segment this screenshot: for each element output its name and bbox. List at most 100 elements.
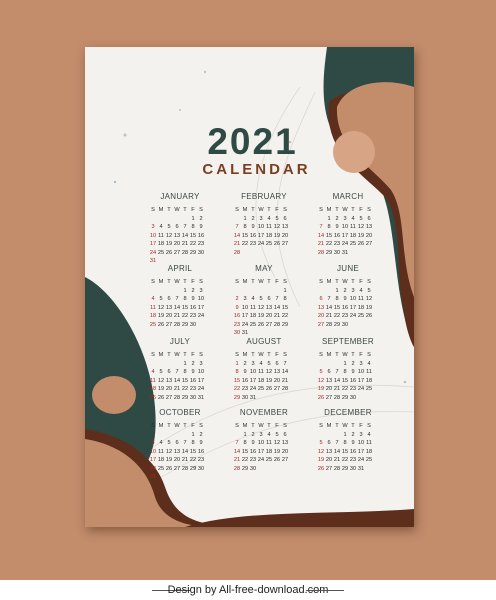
day-cell: 14 <box>173 377 181 384</box>
empty-cell <box>325 288 333 295</box>
day-cell: 26 <box>265 386 273 392</box>
day-cell: 7 <box>283 360 287 367</box>
empty-cell <box>325 432 333 439</box>
day-cell: 21 <box>333 457 341 463</box>
day-cell: 24 <box>257 241 265 247</box>
day-cell: 4 <box>159 440 163 446</box>
weekday-header: W <box>174 279 180 285</box>
day-cell: 22 <box>333 313 341 319</box>
month-may: MAY S M T W T F S 1 2 3 4 5 6 7 8 9 10 11 12 13 14 15 16 17 18 19 2… <box>233 264 295 337</box>
day-cell: 24 <box>197 386 205 392</box>
empty-cell <box>273 288 281 295</box>
day-cell: 8 <box>283 296 287 302</box>
day-cell: 15 <box>189 448 197 455</box>
day-cell: 8 <box>183 369 187 375</box>
day-cell: 1 <box>183 360 187 367</box>
empty-cell <box>149 361 157 368</box>
day-cell: 13 <box>165 304 173 311</box>
empty-cell <box>165 361 173 368</box>
day-cell: 19 <box>273 448 281 455</box>
day-cell: 11 <box>350 224 356 230</box>
day-cell: 8 <box>335 296 339 302</box>
day-cell: 4 <box>351 215 355 222</box>
day-cell: 9 <box>235 304 239 311</box>
day-cell: 18 <box>157 457 165 463</box>
empty-cell <box>233 432 241 439</box>
day-cell: 13 <box>281 440 289 446</box>
day-cell: 11 <box>158 448 164 455</box>
day-cell: 18 <box>249 313 257 319</box>
day-cell: 17 <box>241 313 249 319</box>
day-cell: 24 <box>249 386 257 392</box>
day-cell: 17 <box>249 377 257 384</box>
empty-cell <box>173 288 181 295</box>
day-cell: 11 <box>266 440 272 446</box>
empty-cell <box>165 432 173 439</box>
weekday-header: M <box>326 352 332 358</box>
day-cell: 27 <box>173 465 181 472</box>
weekday-header: S <box>367 207 371 213</box>
day-cell: 15 <box>341 448 349 455</box>
day-cell: 17 <box>149 241 157 247</box>
day-cell: 27 <box>325 465 333 472</box>
day-cell: 26 <box>273 457 281 463</box>
day-cell: 12 <box>317 377 325 384</box>
day-cell: 21 <box>281 377 289 384</box>
day-cell: 18 <box>157 241 165 247</box>
day-cell: 25 <box>249 321 257 328</box>
weekday-header: S <box>199 279 203 285</box>
day-cell: 19 <box>317 457 325 463</box>
day-cell: 28 <box>333 465 341 472</box>
day-cell: 23 <box>333 241 341 247</box>
day-cell: 12 <box>165 232 173 239</box>
month-august: AUGUST S M T W T F S 1 2 3 4 5 6 7 8 9 10 11 12 13 14 15 16 17 18… <box>233 337 295 402</box>
day-cell: 21 <box>317 241 325 247</box>
day-cell: 10 <box>149 232 157 239</box>
day-cell: 4 <box>251 296 255 302</box>
day-cell: 19 <box>265 377 273 384</box>
weekday-header: M <box>326 279 332 285</box>
day-cell: 10 <box>257 224 265 230</box>
day-cell: 14 <box>273 304 281 311</box>
empty-cell <box>165 216 173 223</box>
month-name: FEBRUARY <box>241 192 287 201</box>
day-cell: 16 <box>349 448 357 455</box>
day-cell: 27 <box>165 394 173 401</box>
day-cell: 5 <box>359 215 363 222</box>
day-cell: 28 <box>173 394 181 401</box>
day-cell: 21 <box>273 313 281 319</box>
day-cell: 6 <box>175 224 179 230</box>
day-grid: S M T W T F S 1 2 3 4 5 6 7 8 9 10 11 12 13 14 15 16 17 18 19 20 21… <box>317 279 379 329</box>
day-cell: 13 <box>273 369 281 375</box>
day-cell: 20 <box>325 386 333 392</box>
day-cell: 7 <box>183 224 187 230</box>
day-cell: 6 <box>175 440 179 446</box>
day-cell: 12 <box>257 304 265 311</box>
day-cell: 12 <box>157 377 165 384</box>
day-cell: 6 <box>267 296 271 302</box>
weekday-header: M <box>242 207 248 213</box>
day-cell: 3 <box>259 431 263 438</box>
day-cell: 18 <box>265 232 273 239</box>
month-name: SEPTEMBER <box>321 337 375 346</box>
empty-cell <box>165 288 173 295</box>
weekday-header: T <box>267 207 271 213</box>
month-october: OCTOBER S M T W T F S 1 2 3 4 5 6 7 8 9 10 11 12 13 14 15 16 17 1… <box>149 408 211 481</box>
day-cell: 20 <box>173 457 181 463</box>
day-cell: 27 <box>281 241 289 247</box>
weekday-header: M <box>158 423 164 429</box>
day-cell: 12 <box>165 448 173 455</box>
day-cell: 23 <box>341 313 349 319</box>
day-cell: 15 <box>189 232 197 239</box>
day-grid: S M T W T F S 1 2 3 4 5 6 7 8 9 10 11 12 13 14 15 16 17 18 19 20 21… <box>149 207 211 265</box>
day-cell: 10 <box>341 224 349 230</box>
day-cell: 10 <box>349 296 357 302</box>
weekday-header: S <box>283 423 287 429</box>
day-cell: 1 <box>191 431 195 438</box>
day-cell: 16 <box>249 232 257 239</box>
day-cell: 19 <box>365 304 373 311</box>
day-cell: 24 <box>149 249 157 256</box>
day-cell: 9 <box>199 440 203 446</box>
day-cell: 24 <box>341 241 349 247</box>
day-cell: 30 <box>333 249 341 256</box>
